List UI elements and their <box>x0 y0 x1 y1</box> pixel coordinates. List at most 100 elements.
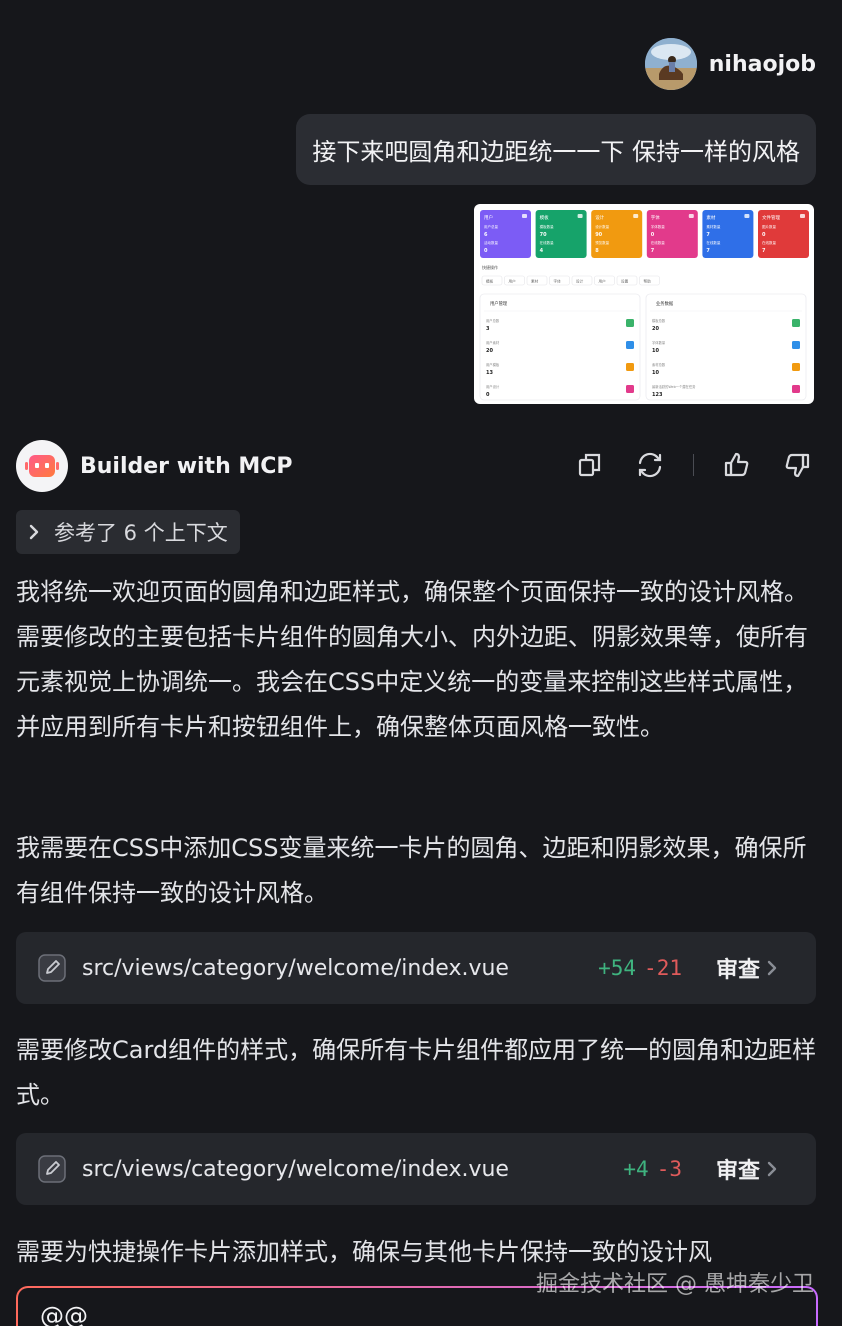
thumb-quick-label: 设计 <box>576 279 584 284</box>
user-message-bubble: 接下来吧圆角和边距统一一下 保持一样的风格 <box>296 114 816 185</box>
thumb-stat-row: 8 <box>595 248 599 254</box>
thumb-row-icon <box>792 341 800 349</box>
thumb-row-value: 10 <box>652 348 659 354</box>
thumb-stat-icon <box>633 214 639 218</box>
thumb-stat-title: 素材 <box>706 214 715 221</box>
thumbs-up-icon[interactable] <box>720 448 754 482</box>
thumb-panel-title: 用户管理 <box>490 300 508 307</box>
chevron-right-icon <box>29 524 39 540</box>
thumb-stat-row: 在线数量 <box>762 240 776 245</box>
file-change-card-1[interactable]: src/views/category/welcome/index.vue +54… <box>16 932 816 1004</box>
thumb-stat-row: 在线数量 <box>540 240 555 245</box>
thumb-stat-row: 70 <box>540 232 547 238</box>
thumb-panel <box>479 293 641 401</box>
thumb-row-icon <box>792 319 800 327</box>
thumbs-down-icon[interactable] <box>780 448 814 482</box>
thumb-stat-row: 预览数量 <box>595 240 609 245</box>
chat-input-value: @@ <box>40 1302 88 1326</box>
file-change-card-2[interactable]: src/views/category/welcome/index.vue +4 … <box>16 1133 816 1205</box>
thumb-stat-row: 7 <box>706 232 710 238</box>
context-label: 参考了 6 个上下文 <box>54 521 228 545</box>
thumb-stat-title: 设计 <box>595 214 604 221</box>
assistant-avatar <box>16 440 68 492</box>
thumb-row-label: 字体数量 <box>652 340 666 345</box>
lines-removed: -21 <box>644 956 682 980</box>
thumb-row-label: 用户模板 <box>486 362 500 367</box>
assistant-paragraph-2: 我需要在CSS中添加CSS变量来统一卡片的圆角、边距和阴影效果，确保所有组件保持… <box>16 834 807 907</box>
thumb-stat-row: 设计数量 <box>595 224 609 229</box>
thumb-stat-row: 0 <box>651 232 655 238</box>
thumb-row-value: 20 <box>486 348 493 354</box>
thumb-row-label: 素材总数 <box>652 362 666 367</box>
thumb-stat-title: 模板 <box>540 214 549 221</box>
thumb-stat-title: 字体 <box>651 214 660 221</box>
thumb-panel-title: 业务数据 <box>656 300 674 307</box>
file-path: src/views/category/welcome/index.vue <box>82 955 509 981</box>
actions-divider <box>693 454 694 476</box>
thumb-stat-icon <box>577 214 583 218</box>
edit-file-icon <box>38 1155 66 1183</box>
thumb-stat-row: 字体数量 <box>651 224 665 229</box>
assistant-paragraph-3: 需要修改Card组件的样式，确保所有卡片组件都应用了统一的圆角和边距样式。 <box>16 1036 817 1109</box>
thumb-stat-row: 用户总量 <box>484 224 498 229</box>
attached-image-preview: 用户用户总量6活动数量0模板模板数量70在线数量4设计设计数量90预览数量8字体… <box>479 210 809 401</box>
thumb-row-value: 3 <box>486 326 490 332</box>
thumb-stat-title: 文件管理 <box>762 214 780 221</box>
context-toggle[interactable]: 参考了 6 个上下文 <box>16 510 240 554</box>
file-path: src/views/category/welcome/index.vue <box>82 1156 509 1182</box>
thumb-row-label: 用户素材 <box>486 340 500 345</box>
assistant-header: Builder with MCP <box>16 440 293 492</box>
thumb-row-value: 10 <box>652 370 659 376</box>
thumb-stat-icon <box>522 214 527 218</box>
thumb-quick-label: 素材 <box>531 279 539 284</box>
lines-added: +4 <box>623 1157 649 1181</box>
thumb-stat-row: 图片数量 <box>762 224 776 229</box>
thumb-row-icon <box>626 319 634 327</box>
user-name: nihaojob <box>708 51 816 77</box>
thumb-row-icon <box>626 341 634 349</box>
thumb-row-icon <box>626 385 634 393</box>
lines-added: +54 <box>598 956 637 980</box>
thumb-quick-label: 字体 <box>554 279 562 284</box>
thumb-row-icon <box>792 363 800 371</box>
thumb-stat-row: 模板数量 <box>540 224 555 229</box>
thumb-stat-row: 在线数量 <box>706 240 720 245</box>
assistant-paragraph-1: 我将统一欢迎页面的圆角和边距样式，确保整个页面保持一致的设计风格。需要修改的主要… <box>16 578 808 741</box>
thumb-stat-row: 6 <box>484 232 488 238</box>
thumb-row-value: 13 <box>486 370 493 376</box>
user-message-text: 接下来吧圆角和边距统一一下 保持一样的风格 <box>312 138 800 166</box>
thumb-row-value: 0 <box>486 392 490 398</box>
thumb-stat-row: 90 <box>595 232 602 238</box>
thumb-stat-title: 用户 <box>484 214 493 221</box>
attached-image[interactable]: 用户 用户总量 6 活动数量 0 模板 模板数量 70 在线数量 4 设计 设计数量 90 预览数量 8 字体… <box>474 204 814 404</box>
thumb-stat-icon <box>688 214 694 218</box>
thumb-row-label: 用户总数 <box>486 318 500 323</box>
thumb-row-value: 20 <box>652 326 659 332</box>
lines-removed: -3 <box>656 1157 682 1181</box>
thumb-quick-label: 设置 <box>621 279 629 284</box>
thumb-stat-icon <box>800 214 805 218</box>
thumb-stat-row: 7 <box>706 248 710 254</box>
chevron-right-icon <box>767 1161 777 1177</box>
copy-icon[interactable] <box>573 448 607 482</box>
user-header: nihaojob <box>644 38 816 90</box>
thumb-row-label: 最新活跃的Web一个潜在任务 <box>652 384 696 389</box>
thumb-row-label: 用户设计 <box>486 384 500 389</box>
thumb-quick-label: 用户 <box>509 279 517 284</box>
thumb-row-label: 模板总数 <box>652 318 666 323</box>
robot-icon <box>25 455 59 477</box>
thumb-stat-row: 0 <box>762 232 766 238</box>
thumb-quick-label: 用户 <box>599 279 607 284</box>
thumb-stat-icon <box>744 214 750 218</box>
thumb-quick-label: 模板 <box>486 279 494 284</box>
review-button[interactable]: 审查 <box>716 952 760 984</box>
thumb-stat-row: 素材数量 <box>706 224 720 229</box>
thumb-stat-row: 活动数量 <box>484 240 498 245</box>
user-avatar[interactable] <box>644 38 697 90</box>
thumb-stat-row: 7 <box>762 248 766 254</box>
thumb-row-value: 123 <box>652 392 663 398</box>
review-button[interactable]: 审查 <box>716 1153 760 1185</box>
refresh-icon[interactable] <box>633 448 667 482</box>
thumb-quick-label: 帮助 <box>644 279 652 284</box>
thumb-stat-row: 4 <box>540 248 544 254</box>
